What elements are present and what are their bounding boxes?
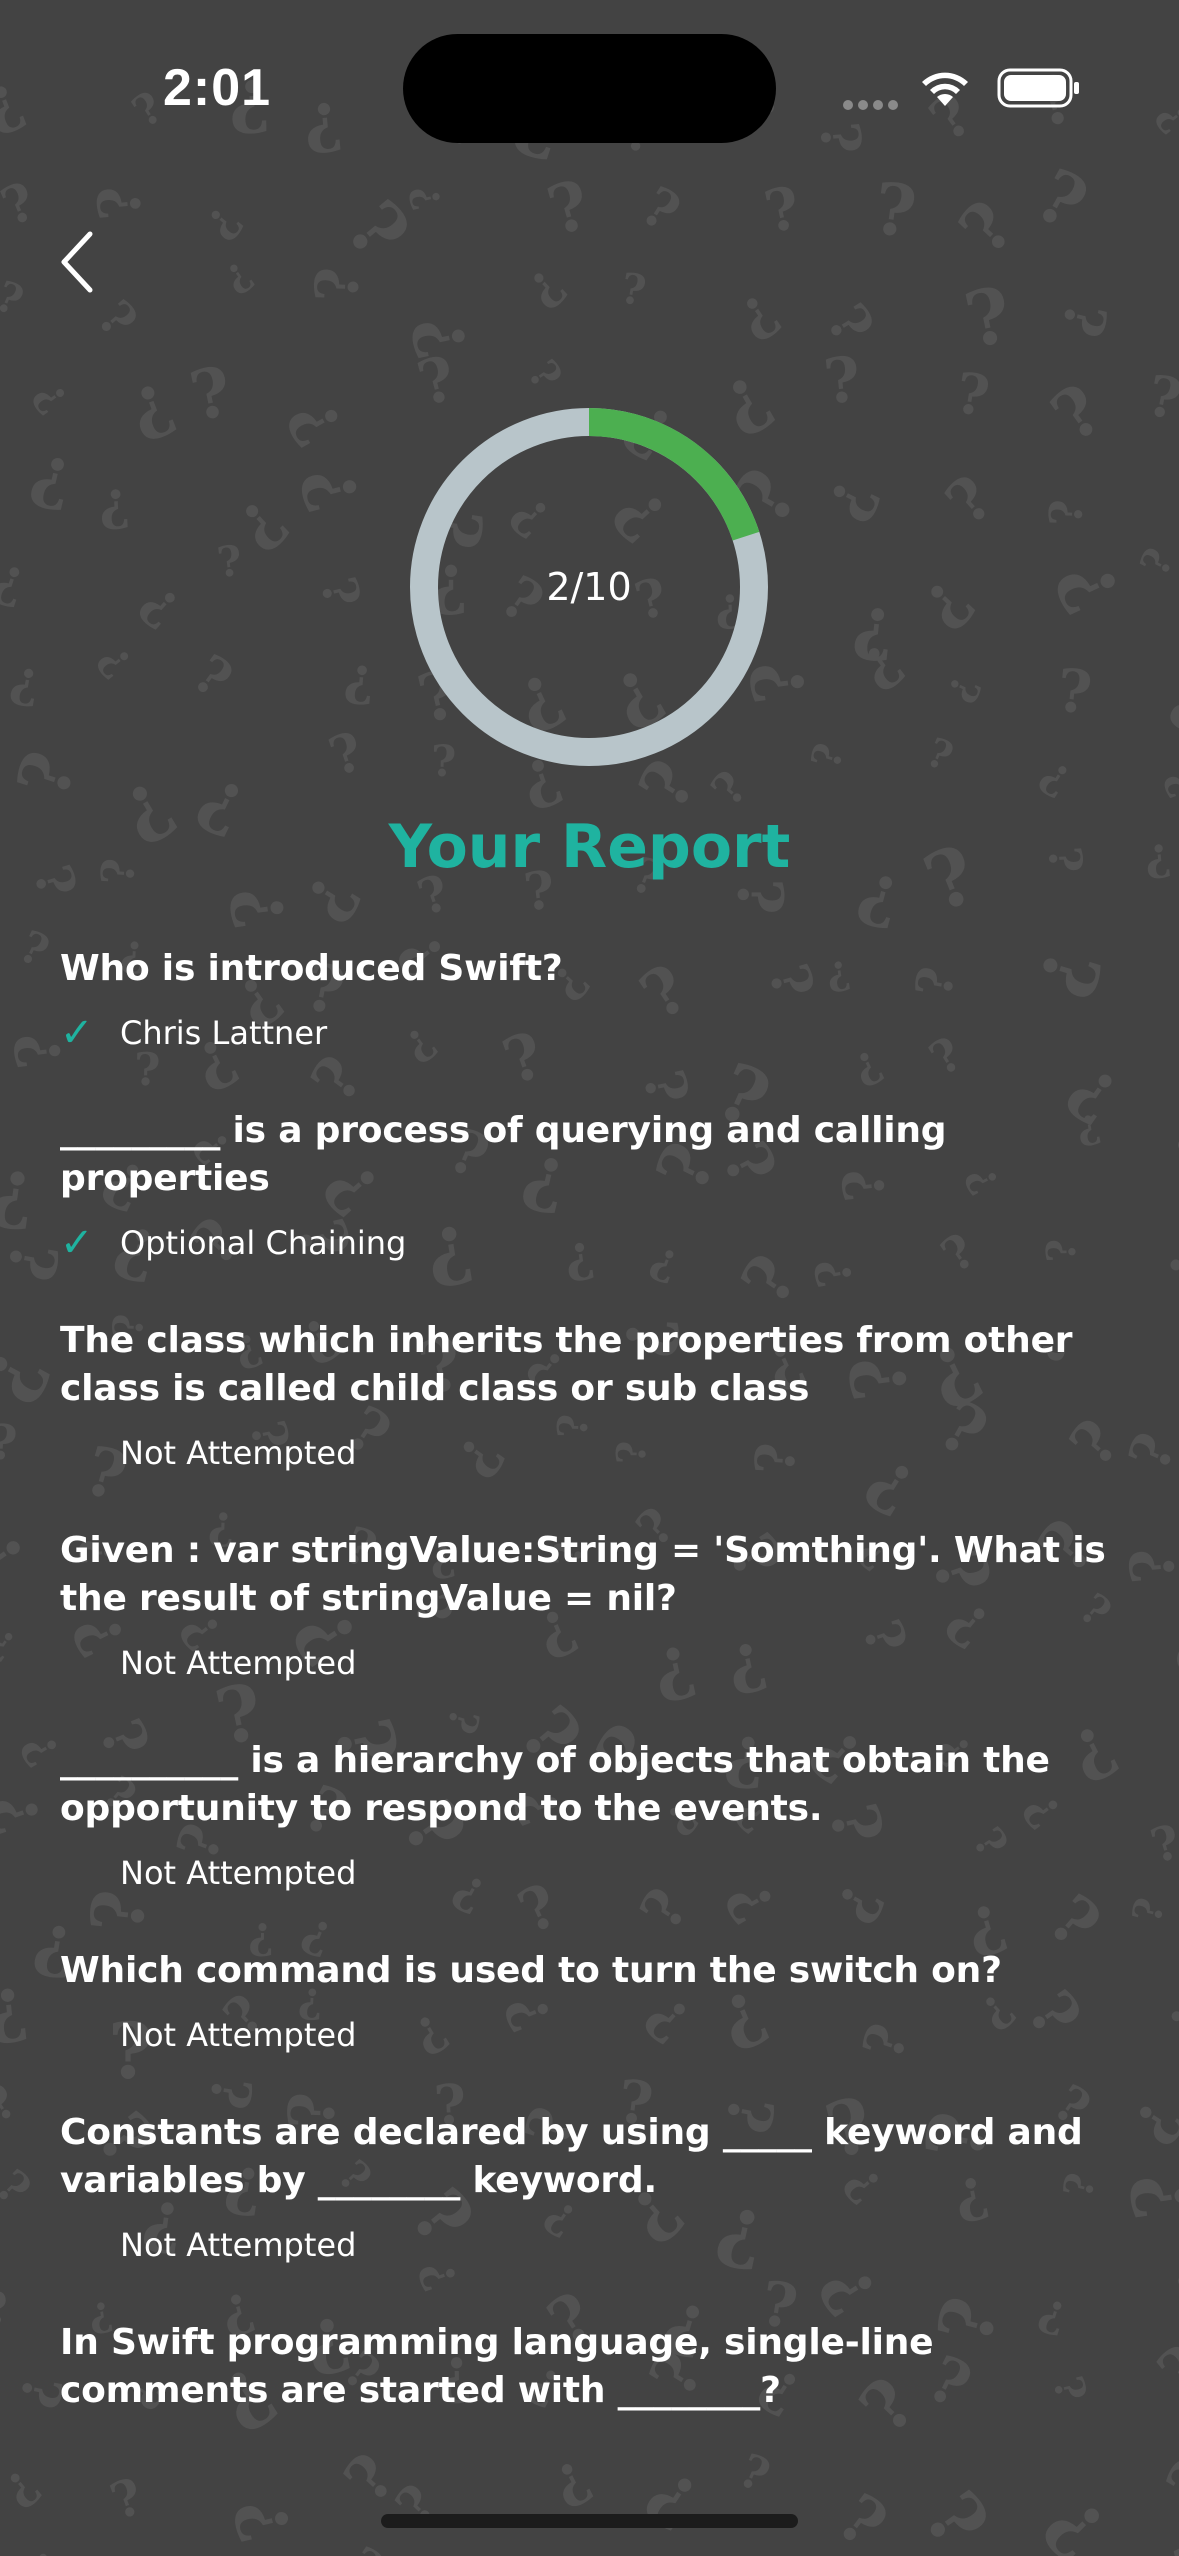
checkmark-icon: ✓: [60, 1010, 94, 1056]
report-item: Which command is used to turn the switch…: [60, 1947, 1130, 2057]
question-text: The class which inherits the properties …: [60, 1320, 1073, 1409]
question-text: __________ is a hierarchy of objects tha…: [60, 1740, 1050, 1829]
report-item: Given : var stringValue:String = 'Somthi…: [60, 1527, 1130, 1685]
answer-row: ✓ Chris Lattner: [60, 1011, 1130, 1055]
chevron-left-icon[interactable]: [48, 222, 110, 302]
score-text: 2/10: [546, 565, 632, 609]
home-indicator: [381, 2514, 798, 2528]
report-item: In Swift programming language, single-li…: [60, 2319, 1130, 2415]
answer-text: Not Attempted: [120, 2226, 357, 2264]
report-item: Who is introduced Swift? ✓ Chris Lattner: [60, 945, 1130, 1055]
question-text: In Swift programming language, single-li…: [60, 2322, 934, 2411]
report-item: _________ is a process of querying and c…: [60, 1107, 1130, 1265]
answer-row: Not Attempted: [60, 1851, 1130, 1895]
answer-text: Not Attempted: [120, 1854, 357, 1892]
answer-text: Optional Chaining: [120, 1224, 407, 1262]
wifi-icon: [922, 72, 968, 106]
answer-text: Not Attempted: [120, 1644, 357, 1682]
status-icons: [843, 64, 1083, 110]
report-list: Who is introduced Swift? ✓ Chris Lattner __…: [60, 945, 1130, 2467]
checkmark-icon: ✓: [60, 1220, 94, 1266]
score-ring: 2/10: [407, 405, 771, 769]
answer-text: Not Attempted: [120, 1434, 357, 1472]
status-time: 2:01: [163, 59, 272, 117]
answer-row: Not Attempted: [60, 2013, 1130, 2057]
answer-text: Chris Lattner: [120, 1014, 328, 1052]
answer-text: Not Attempted: [120, 2016, 357, 2054]
report-item: Constants are declared by using _____ ke…: [60, 2109, 1130, 2267]
answer-row: Not Attempted: [60, 1431, 1130, 1475]
report-title: Your Report: [388, 812, 791, 882]
question-text: Constants are declared by using _____ ke…: [60, 2112, 1083, 2201]
question-text: Who is introduced Swift?: [60, 948, 563, 989]
answer-row: Not Attempted: [60, 1641, 1130, 1685]
answer-row: ✓ Optional Chaining: [60, 1221, 1130, 1265]
report-item: __________ is a hierarchy of objects tha…: [60, 1737, 1130, 1895]
answer-row: Not Attempted: [60, 2223, 1130, 2267]
question-text: Given : var stringValue:String = 'Somthi…: [60, 1530, 1106, 1619]
status-bar: 2:01: [0, 0, 1179, 150]
battery-icon: [997, 68, 1079, 108]
report-item: The class which inherits the properties …: [60, 1317, 1130, 1475]
question-text: Which command is used to turn the switch…: [60, 1950, 1002, 1991]
question-text: _________ is a process of querying and c…: [60, 1110, 947, 1199]
dynamic-island: [403, 34, 776, 143]
cellular-signal-icon: [843, 95, 903, 114]
